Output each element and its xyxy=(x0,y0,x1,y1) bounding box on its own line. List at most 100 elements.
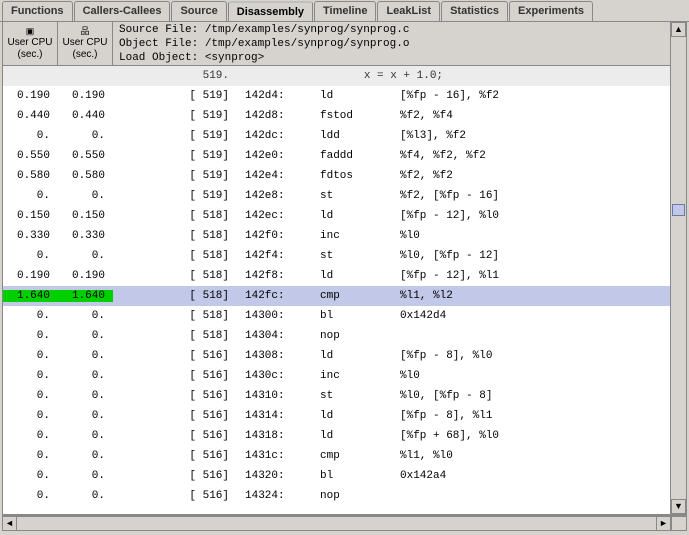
disasm-row[interactable]: 0.1500.150[ 518]142ec:ld[%fp - 12], %l0 xyxy=(3,206,670,226)
tab-source[interactable]: Source xyxy=(171,1,226,21)
tab-disassembly[interactable]: Disassembly xyxy=(228,1,313,21)
line-ref: [ 516] xyxy=(113,390,233,402)
user-incl-value: 0. xyxy=(58,470,113,482)
tab-statistics[interactable]: Statistics xyxy=(441,1,508,21)
source-text: x = x + 1.0; xyxy=(233,70,670,82)
disasm-row[interactable]: 0.0.[ 516]14324:nop xyxy=(3,486,670,506)
address: 142e8: xyxy=(233,190,308,202)
scroll-down-icon[interactable]: ▼ xyxy=(671,499,686,514)
line-ref: [ 518] xyxy=(113,270,233,282)
disasm-row[interactable]: 0.1900.190[ 519]142d4:ld[%fp - 16], %f2 xyxy=(3,86,670,106)
user-incl-value: 0. xyxy=(58,130,113,142)
disasm-row[interactable]: 0.5800.580[ 519]142e4:fdtos%f2, %f2 xyxy=(3,166,670,186)
address: 142e4: xyxy=(233,170,308,182)
disasm-row[interactable]: 0.0.[ 516]14318:ld[%fp + 68], %l0 xyxy=(3,426,670,446)
disasm-row[interactable]: 0.0.[ 516]14308:ld[%fp - 8], %l0 xyxy=(3,346,670,366)
user-incl-value: 0. xyxy=(58,190,113,202)
scroll-thumb[interactable] xyxy=(17,518,656,529)
address: 1431c: xyxy=(233,450,308,462)
user-excl-value: 0. xyxy=(3,450,58,462)
tab-timeline[interactable]: Timeline xyxy=(314,1,376,21)
disasm-row[interactable]: 0.4400.440[ 519]142d8:fstod%f2, %f4 xyxy=(3,106,670,126)
disasm-row[interactable]: 0.0.[ 518]142f4:st%l0, [%fp - 12] xyxy=(3,246,670,266)
line-ref: [ 518] xyxy=(113,330,233,342)
user-incl-value: 0. xyxy=(58,450,113,462)
instruction: ldd xyxy=(308,130,388,142)
source-line[interactable]: 519. x = x + 1.0; xyxy=(3,66,670,86)
user-incl-value: 0.580 xyxy=(58,170,113,182)
disasm-row[interactable]: 0.0.[ 518]14304:nop xyxy=(3,326,670,346)
user-incl-value: 0. xyxy=(58,490,113,502)
operands: %l0 xyxy=(388,370,670,382)
disasm-row[interactable]: 0.0.[ 519]142dc:ldd[%l3], %f2 xyxy=(3,126,670,146)
address: 142d4: xyxy=(233,90,308,102)
user-excl-value: 0. xyxy=(3,370,58,382)
operands: %f2, [%fp - 16] xyxy=(388,190,670,202)
col-user-excl[interactable]: ▣ User CPU (sec.) xyxy=(3,22,58,65)
tab-functions[interactable]: Functions xyxy=(2,1,73,21)
address: 14304: xyxy=(233,330,308,342)
address: 142f8: xyxy=(233,270,308,282)
line-ref: [ 518] xyxy=(113,210,233,222)
line-ref: [ 516] xyxy=(113,430,233,442)
line-ref: [ 516] xyxy=(113,350,233,362)
vertical-scrollbar[interactable]: ▲ ▼ xyxy=(670,22,686,514)
disasm-row[interactable]: 0.0.[ 516]14310:st%l0, [%fp - 8] xyxy=(3,386,670,406)
user-excl-value: 0. xyxy=(3,350,58,362)
instruction: fstod xyxy=(308,110,388,122)
disassembly-body[interactable]: 519. x = x + 1.0;0.1900.190[ 519]142d4:l… xyxy=(3,66,670,514)
user-incl-value: 1.640 xyxy=(58,290,113,302)
disasm-row[interactable]: 0.0.[ 516]14320:bl0x142a4 xyxy=(3,466,670,486)
instruction: ld xyxy=(308,350,388,362)
line-ref: [ 516] xyxy=(113,370,233,382)
operands: [%fp - 8], %l0 xyxy=(388,350,670,362)
scroll-track[interactable] xyxy=(17,516,656,531)
tab-experiments[interactable]: Experiments xyxy=(509,1,593,21)
instruction: fdtos xyxy=(308,170,388,182)
disasm-row[interactable]: 0.5500.550[ 519]142e0:faddd%f4, %f2, %f2 xyxy=(3,146,670,166)
instruction: ld xyxy=(308,210,388,222)
disassembly-panel: ▣ User CPU (sec.) 品 User CPU (sec.) Sour… xyxy=(2,22,687,515)
user-incl-value: 0. xyxy=(58,410,113,422)
scroll-right-icon[interactable]: ► xyxy=(656,516,671,531)
scroll-left-icon[interactable]: ◄ xyxy=(2,516,17,531)
disasm-row[interactable]: 0.0.[ 519]142e8:st%f2, [%fp - 16] xyxy=(3,186,670,206)
tab-leaklist[interactable]: LeakList xyxy=(377,1,440,21)
source-lineno: 519. xyxy=(113,70,233,82)
instruction: st xyxy=(308,250,388,262)
disasm-row[interactable]: 0.3300.330[ 518]142f0:inc%l0 xyxy=(3,226,670,246)
col-user-incl[interactable]: 品 User CPU (sec.) xyxy=(58,22,113,65)
file-info: Source File: /tmp/examples/synprog/synpr… xyxy=(113,22,670,65)
address: 1430c: xyxy=(233,370,308,382)
scroll-up-icon[interactable]: ▲ xyxy=(671,22,686,37)
disasm-row[interactable]: 0.0.[ 516]1431c:cmp%l1, %l0 xyxy=(3,446,670,466)
disasm-row[interactable]: 0.0.[ 518]14300:bl0x142d4 xyxy=(3,306,670,326)
tab-callers-callees[interactable]: Callers-Callees xyxy=(74,1,171,21)
address: 14320: xyxy=(233,470,308,482)
operands: %f2, %f2 xyxy=(388,170,670,182)
instruction: inc xyxy=(308,370,388,382)
operands: %l0 xyxy=(388,230,670,242)
operands: [%fp - 16], %f2 xyxy=(388,90,670,102)
line-ref: [ 519] xyxy=(113,150,233,162)
disasm-row[interactable]: 1.6401.640[ 518]142fc:cmp%l1, %l2 xyxy=(3,286,670,306)
line-ref: [ 516] xyxy=(113,470,233,482)
operands: 0x142d4 xyxy=(388,310,670,322)
line-ref: [ 516] xyxy=(113,410,233,422)
user-incl-value: 0. xyxy=(58,370,113,382)
instruction: st xyxy=(308,390,388,402)
line-ref: [ 516] xyxy=(113,490,233,502)
disasm-row[interactable]: 0.0.[ 516]1430c:inc%l0 xyxy=(3,366,670,386)
user-excl-value: 0.580 xyxy=(3,170,58,182)
horizontal-scrollbar[interactable]: ◄ ► xyxy=(2,515,687,531)
operands: %l0, [%fp - 12] xyxy=(388,250,670,262)
line-ref: [ 519] xyxy=(113,190,233,202)
disasm-row[interactable]: 0.0.[ 516]14314:ld[%fp - 8], %l1 xyxy=(3,406,670,426)
user-excl-value: 0. xyxy=(3,470,58,482)
col-unit: (sec.) xyxy=(73,49,98,61)
content-area: ▣ User CPU (sec.) 品 User CPU (sec.) Sour… xyxy=(3,22,670,514)
scroll-thumb[interactable] xyxy=(672,204,685,216)
user-excl-value: 0. xyxy=(3,310,58,322)
disasm-row[interactable]: 0.1900.190[ 518]142f8:ld[%fp - 12], %l1 xyxy=(3,266,670,286)
address: 14310: xyxy=(233,390,308,402)
